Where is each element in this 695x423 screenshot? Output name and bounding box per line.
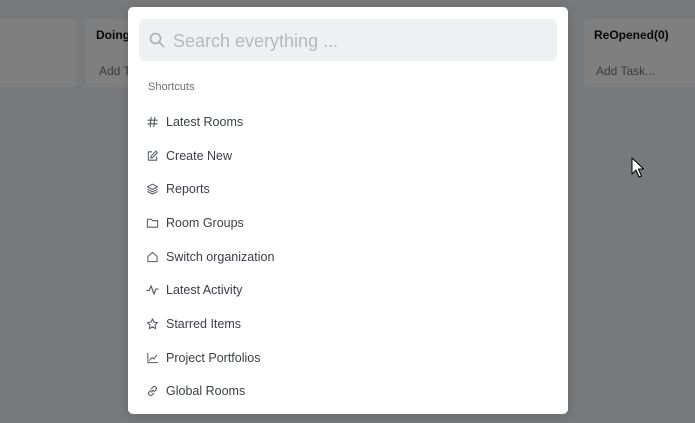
- shortcut-label: Latest Activity: [166, 283, 243, 298]
- edit-icon: [147, 150, 158, 161]
- layers-icon: [146, 183, 159, 195]
- shortcut-label: Switch organization: [166, 249, 275, 264]
- shortcut-global-rooms[interactable]: Global Rooms: [128, 375, 568, 409]
- shortcut-create-new[interactable]: Create New: [128, 139, 568, 173]
- shortcut-label: Global Rooms: [166, 384, 246, 399]
- command-palette: Shortcuts Latest Rooms Create New: [128, 7, 568, 414]
- link-icon: [148, 386, 157, 397]
- search-icon: [149, 32, 165, 48]
- star-icon: [146, 318, 159, 330]
- shortcut-list: Latest Rooms Create New Reports Room Gro…: [128, 105, 568, 408]
- line-chart-icon: [147, 352, 159, 363]
- search-input[interactable]: [171, 19, 545, 63]
- hash-icon: [147, 116, 158, 128]
- search-box: [139, 19, 557, 63]
- shortcut-latest-activity[interactable]: Latest Activity: [128, 273, 568, 307]
- shortcut-label: Reports: [166, 182, 210, 197]
- shortcut-label: Project Portfolios: [166, 350, 261, 365]
- shortcut-project-portfolios[interactable]: Project Portfolios: [128, 341, 568, 375]
- section-label: Shortcuts: [148, 81, 195, 93]
- home-icon: [147, 251, 158, 262]
- mouse-cursor-icon: [631, 157, 644, 178]
- activity-icon: [146, 285, 159, 296]
- shortcut-switch-organization[interactable]: Switch organization: [128, 240, 568, 274]
- shortcut-latest-rooms[interactable]: Latest Rooms: [128, 105, 568, 139]
- shortcut-room-groups[interactable]: Room Groups: [128, 206, 568, 240]
- shortcut-reports[interactable]: Reports: [128, 172, 568, 206]
- folder-icon: [146, 218, 159, 228]
- shortcut-label: Create New: [166, 148, 232, 163]
- shortcut-label: Latest Rooms: [166, 114, 244, 129]
- shortcut-starred-items[interactable]: Starred Items: [128, 307, 568, 341]
- shortcut-label: Starred Items: [166, 316, 242, 331]
- shortcut-label: Room Groups: [166, 215, 244, 230]
